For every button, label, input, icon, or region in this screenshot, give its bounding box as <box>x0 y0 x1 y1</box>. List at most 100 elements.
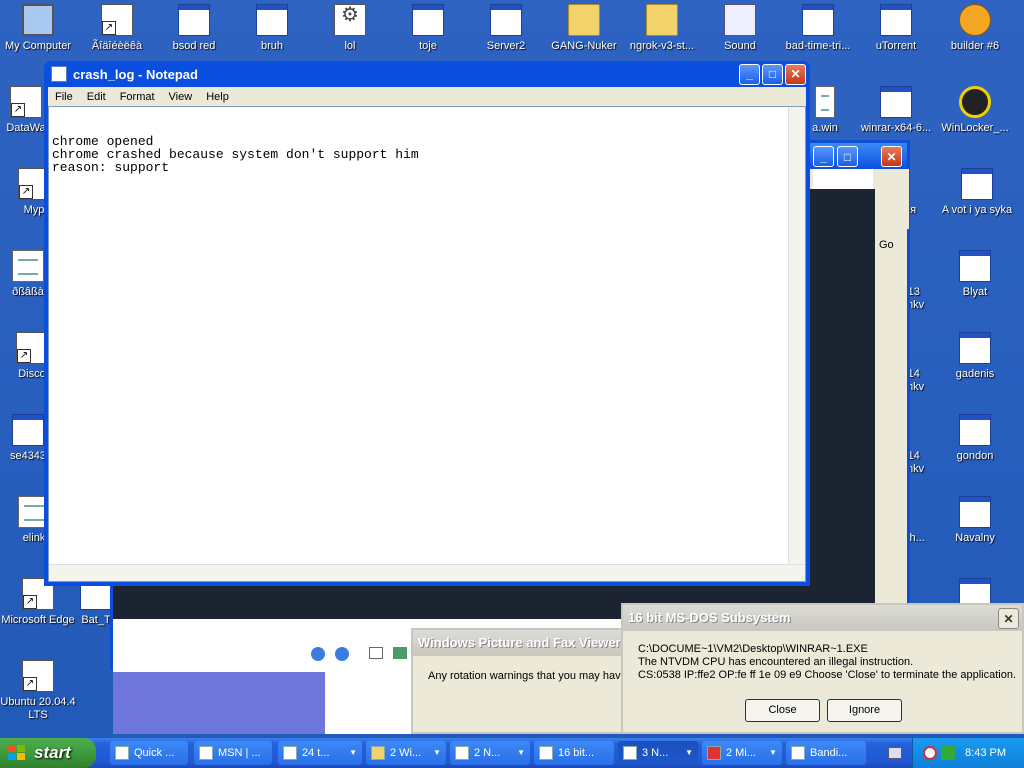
go-label: Go <box>879 239 894 251</box>
window-icon <box>490 4 522 36</box>
go-button[interactable]: Go <box>873 169 909 251</box>
desktop-icon-label: Bat_T <box>81 614 111 626</box>
start-button[interactable]: start <box>0 738 96 768</box>
tray-network-icon[interactable] <box>941 746 955 760</box>
window-icon <box>455 746 469 760</box>
close-icon[interactable]: ✕ <box>785 63 806 85</box>
msdos-close-icon[interactable]: ✕ <box>998 608 1019 629</box>
desktop-icon-a-vot[interactable]: A vot i ya syka <box>937 168 1017 217</box>
chevron-down-icon: ▼ <box>433 748 441 757</box>
desktop-icon-label: Disco <box>18 368 46 380</box>
desktop-icon-program[interactable]: Ãîäîéèëêà <box>79 4 155 53</box>
ignore-button[interactable]: Ignore <box>827 699 902 722</box>
menu-help[interactable]: Help <box>199 91 236 103</box>
taskbar-item-label: MSN | ... <box>218 747 261 759</box>
desktop-icon-lol[interactable]: lol <box>312 4 388 53</box>
fax-viewer-message: Any rotation warnings that you may hav <box>428 670 621 682</box>
taskbar-item-group-mi[interactable]: 2 Mi... ▼ <box>702 741 782 765</box>
desktop-icon-label: winrar-x64-6... <box>860 122 932 134</box>
ie-icon <box>199 746 213 760</box>
taskbar-item-group-n[interactable]: 2 N... ▼ <box>450 741 530 765</box>
radiation-icon <box>959 86 991 118</box>
notepad-app-icon <box>51 66 67 82</box>
vertical-scrollbar[interactable] <box>788 107 805 565</box>
desktop-icon-ubuntu[interactable]: Ubuntu 20.04.4 LTS <box>0 660 76 722</box>
desktop-icon-bruh[interactable]: bruh <box>234 4 310 53</box>
desktop-icon-server2[interactable]: Server2 <box>468 4 544 53</box>
notepad-window[interactable]: crash_log - Notepad _ □ ✕ File Edit Form… <box>44 61 810 586</box>
msdos-details: CS:0538 IP:ffe2 OP:fe ff 1e 09 e9 Choose… <box>638 669 1017 681</box>
desktop-icon-label: elink <box>22 532 46 544</box>
desktop-icon-utorrent[interactable]: uTorrent <box>858 4 934 53</box>
desktop-icon-builder[interactable]: builder #6 <box>937 4 1013 53</box>
fax-viewer-dialog[interactable]: Windows Picture and Fax Viewer Any rotat… <box>411 628 626 734</box>
desktop-icon-toje[interactable]: toje <box>390 4 466 53</box>
menu-file[interactable]: File <box>48 91 80 103</box>
computer-icon <box>22 4 54 36</box>
windows-flag-icon <box>8 745 25 760</box>
folder-icon <box>371 746 385 760</box>
taskbar-item-msn[interactable]: MSN | ... <box>194 741 272 765</box>
notepad-title: crash_log - Notepad <box>73 66 198 82</box>
close-button[interactable]: Close <box>745 699 820 722</box>
taskbar-item-group-wi[interactable]: 2 Wi... ▼ <box>366 741 446 765</box>
window-icon <box>256 4 288 36</box>
previous-icon[interactable] <box>311 647 325 661</box>
next-icon[interactable] <box>335 647 349 661</box>
shortcut-icon <box>22 660 54 692</box>
desktop-icon-label: WinLocker_... <box>941 122 1009 134</box>
desktop-icon-label: builder #6 <box>950 40 1000 52</box>
zip-folder-icon <box>568 4 600 36</box>
desktop-icon-bsod-red[interactable]: bsod red <box>156 4 232 53</box>
desktop-icon-label: My Computer <box>4 40 72 52</box>
menu-edit[interactable]: Edit <box>80 91 113 103</box>
desktop-icon-gondon[interactable]: gondon <box>937 414 1013 463</box>
taskbar-item-notepad-group[interactable]: 3 N... ▼ <box>618 741 698 765</box>
horizontal-scrollbar[interactable] <box>49 564 805 581</box>
taskbar-item-bandicam[interactable]: Bandi... <box>786 741 866 765</box>
desktop-icon-winlocker[interactable]: WinLocker_... <box>937 86 1013 135</box>
white-panel <box>325 672 411 734</box>
notepad-titlebar[interactable]: crash_log - Notepad _ □ ✕ <box>48 61 806 87</box>
desktop-icon-winrar[interactable]: winrar-x64-6... <box>858 86 934 135</box>
desktop-icon-my-computer[interactable]: My Computer <box>0 4 76 53</box>
desktop-icon-blyat[interactable]: Blyat <box>937 250 1013 299</box>
best-fit-icon[interactable] <box>369 647 383 659</box>
keyboard-icon[interactable] <box>888 747 902 759</box>
taskbar-item-16bit[interactable]: 16 bit... <box>534 741 614 765</box>
menu-format[interactable]: Format <box>113 91 162 103</box>
taskbar: start Quick ... MSN | ... 24 t... ▼ 2 Wi… <box>0 738 1024 768</box>
close-button[interactable]: ✕ <box>881 146 902 167</box>
taskbar-item-label: Quick ... <box>134 747 175 759</box>
desktop-icon-label: bruh <box>260 40 284 52</box>
desktop-icon-label: DataWa <box>6 122 46 134</box>
notepad-text-area[interactable]: chrome opened chrome crashed because sys… <box>48 106 806 582</box>
taskbar-item-group-24[interactable]: 24 t... ▼ <box>278 741 362 765</box>
msdos-dialog[interactable]: 16 bit MS-DOS Subsystem ✕ C:\DOCUME~1\VM… <box>621 603 1024 734</box>
maximize-button[interactable]: □ <box>837 146 858 167</box>
desktop-icon-label: Blyat <box>962 286 988 298</box>
desktop-icon-navalny[interactable]: Navalny <box>937 496 1013 545</box>
taskbar-item-quick[interactable]: Quick ... <box>110 741 188 765</box>
minimize-button[interactable]: _ <box>813 146 834 167</box>
menu-view[interactable]: View <box>162 91 200 103</box>
desktop-icon-label: Server2 <box>486 40 526 52</box>
desktop-icon-gadenis[interactable]: gadenis <box>937 332 1013 381</box>
actual-size-icon[interactable] <box>393 647 407 659</box>
window-icon <box>959 414 991 446</box>
taskbar-item-label: 3 N... <box>642 747 669 759</box>
desktop-icon-gang-nuker[interactable]: GANG-Nuker <box>546 4 622 53</box>
desktop-icon-ngrok[interactable]: ngrok-v3-st... <box>624 4 700 53</box>
minimize-icon[interactable]: _ <box>739 63 760 85</box>
background-window-titlebar: _ □ ✕ <box>807 143 907 169</box>
desktop-icon-sound[interactable]: Sound <box>702 4 778 53</box>
maximize-icon[interactable]: □ <box>762 63 783 85</box>
desktop-icon-label: ðßâßà <box>12 286 44 298</box>
taskbar-item-label: 2 N... <box>474 747 501 759</box>
desktop-icon-label: se4343 <box>9 450 47 462</box>
desktop-icon-label: gondon <box>956 450 994 462</box>
desktop-icon-bad-time[interactable]: bad-time-tri... <box>780 4 856 53</box>
tray-app-icon[interactable] <box>923 746 937 760</box>
desktop-icon-label: a.win <box>812 122 838 134</box>
clock[interactable]: 8:43 PM <box>965 738 1006 768</box>
